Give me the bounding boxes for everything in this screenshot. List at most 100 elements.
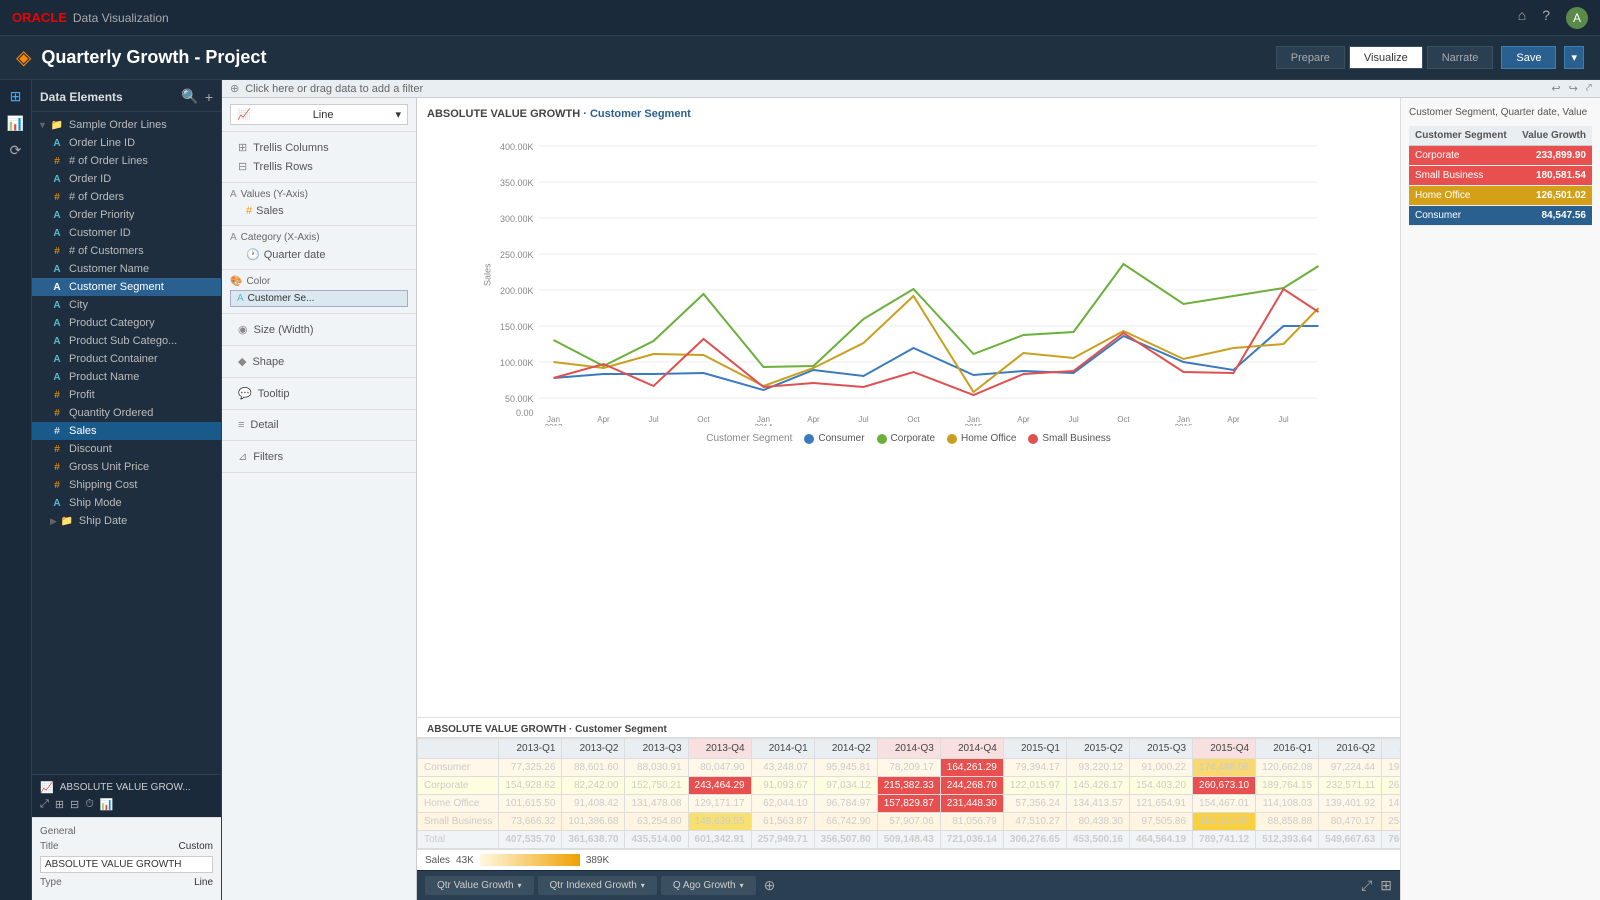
sidebar-item-discount[interactable]: # Discount xyxy=(32,440,221,458)
sidebar-item-orderid[interactable]: A Order ID xyxy=(32,170,221,188)
sidebar-item-productcontainer[interactable]: A Product Container xyxy=(32,350,221,368)
redo-icon[interactable]: ↪ xyxy=(1569,82,1578,95)
sidebar-item-quantityordered[interactable]: # Quantity Ordered xyxy=(32,404,221,422)
col-2015q1: 2015-Q1 xyxy=(1003,739,1066,759)
sidebar-item-profit[interactable]: # Profit xyxy=(32,386,221,404)
sidebar-item-customersegment[interactable]: A Customer Segment xyxy=(32,278,221,296)
rp-cell-consumer-value: 84,547.56 xyxy=(1515,206,1592,226)
filters-item[interactable]: ⊿ Filters xyxy=(230,447,408,466)
cell: 79,394.17 xyxy=(1003,759,1066,777)
save-dropdown[interactable]: ▾ xyxy=(1564,46,1584,69)
rail-connect-icon[interactable]: ⟳ xyxy=(10,142,22,159)
btab-q-ago[interactable]: Q Ago Growth ▾ xyxy=(661,876,756,895)
cell: 91,000.22 xyxy=(1129,759,1192,777)
col-2013q4: 2013-Q4 xyxy=(688,739,751,759)
tab-prepare[interactable]: Prepare xyxy=(1276,46,1345,69)
sidebar-item-productsubcat[interactable]: A Product Sub Catego... xyxy=(32,332,221,350)
home-icon[interactable]: ⌂ xyxy=(1518,7,1526,29)
cell: 82,242.00 xyxy=(562,777,625,795)
btab-qtr-value[interactable]: Qtr Value Growth ▾ xyxy=(425,876,534,895)
project-title: Quarterly Growth - Project xyxy=(41,47,266,68)
col-2013q1: 2013-Q1 xyxy=(499,739,562,759)
chart-type-dropdown[interactable]: 📈 Line ▾ xyxy=(230,104,408,125)
tab-narrate[interactable]: Narrate xyxy=(1427,46,1494,69)
svg-text:Apr: Apr xyxy=(807,415,820,424)
sidebar-item-customerid[interactable]: A Customer ID xyxy=(32,224,221,242)
sidebar-item-orderpriority[interactable]: A Order Priority xyxy=(32,206,221,224)
detail-item[interactable]: ≡ Detail xyxy=(230,416,408,434)
undo-icon[interactable]: ↩ xyxy=(1551,82,1560,95)
viz-tool-3[interactable]: ⊟ xyxy=(70,798,79,811)
sidebar-item-orderlineid[interactable]: A Order Line ID xyxy=(32,134,221,152)
rail-data-icon[interactable]: ⊞ xyxy=(10,88,22,105)
properties-panel: General Title Custom Type Line xyxy=(32,817,221,900)
btab-qtr-indexed[interactable]: Qtr Indexed Growth ▾ xyxy=(538,876,657,895)
title-input[interactable] xyxy=(40,856,213,873)
cell: 191,187.90 xyxy=(1382,759,1400,777)
trellis-rows-item[interactable]: ⊟ Trellis Rows xyxy=(230,157,408,176)
sidebar-folder-shipdate[interactable]: ▶ 📁 Ship Date xyxy=(32,512,221,530)
filter-placeholder[interactable]: Click here or drag data to add a filter xyxy=(245,83,423,95)
size-section: ◉ Size (Width) xyxy=(222,314,416,346)
values-item[interactable]: # Sales xyxy=(230,203,408,219)
cell: 96,784.97 xyxy=(814,795,877,813)
sidebar-item-numcustomers[interactable]: # # of Customers xyxy=(32,242,221,260)
cell: 231,448.30 xyxy=(940,795,1003,813)
chart-subtitle: · Customer Segment xyxy=(583,108,691,120)
tab-visualize[interactable]: Visualize xyxy=(1349,46,1423,69)
rp-cell-consumer-label: Consumer xyxy=(1409,206,1515,226)
sidebar-item-customername[interactable]: A Customer Name xyxy=(32,260,221,278)
viz-tool-2[interactable]: ⊞ xyxy=(55,798,64,811)
cell: 81,056.79 xyxy=(940,813,1003,831)
size-item[interactable]: ◉ Size (Width) xyxy=(230,320,408,339)
category-item[interactable]: 🕐 Quarter date xyxy=(230,246,408,263)
sidebar-item-numorders[interactable]: # # of Orders xyxy=(32,188,221,206)
viz-tool-1[interactable]: ⤢ xyxy=(40,798,49,811)
sidebar-item-productname[interactable]: A Product Name xyxy=(32,368,221,386)
smallbiz-dot xyxy=(1028,434,1038,444)
help-icon[interactable]: ? xyxy=(1542,7,1550,29)
cell: 57,907.06 xyxy=(877,813,940,831)
cell: 101,615.50 xyxy=(499,795,562,813)
bottom-icon-2[interactable]: ⊞ xyxy=(1380,877,1392,894)
shape-item[interactable]: ◆ Shape xyxy=(230,352,408,371)
sidebar-item-shippingcost[interactable]: # Shipping Cost xyxy=(32,476,221,494)
filter-icon: ⊕ xyxy=(230,82,239,95)
main-area: ⊞ 📊 ⟳ Data Elements 🔍 + ▼ 📁 Sample Order… xyxy=(0,80,1600,900)
color-item[interactable]: A Customer Se... xyxy=(230,290,408,307)
type-label: Type xyxy=(40,877,62,888)
svg-text:2014: 2014 xyxy=(755,423,773,426)
sidebar-item-grossunitprice[interactable]: # Gross Unit Price xyxy=(32,458,221,476)
attr-icon: A xyxy=(50,370,64,384)
sidebar-item-numorderlines[interactable]: # # of Order Lines xyxy=(32,152,221,170)
sidebar-item-productcategory[interactable]: A Product Category xyxy=(32,314,221,332)
trellis-columns-item[interactable]: ⊞ Trellis Columns xyxy=(230,138,408,157)
projectbar: ◈ Quarterly Growth - Project Prepare Vis… xyxy=(0,36,1600,80)
tooltip-item[interactable]: 💬 Tooltip xyxy=(230,384,408,403)
cell: 260,673.10 xyxy=(1193,777,1256,795)
viz-config-panel: 📈 Line ▾ ⊞ Trellis Columns ⊟ Trellis Row… xyxy=(222,98,417,900)
rail-chart-icon[interactable]: 📊 xyxy=(7,115,24,132)
general-label-row: General xyxy=(40,826,213,837)
sidebar-folder-sample[interactable]: ▼ 📁 Sample Order Lines xyxy=(32,116,221,134)
svg-text:0.00: 0.00 xyxy=(516,408,534,418)
save-button[interactable]: Save xyxy=(1501,46,1556,69)
viz-tool-5[interactable]: 📊 xyxy=(100,798,114,811)
sidebar-item-sales[interactable]: # Sales xyxy=(32,422,221,440)
table-row-total: Total 407,535.70 361,638.70 435,514.00 6… xyxy=(418,831,1401,849)
table-header-row: 2013-Q1 2013-Q2 2013-Q3 2013-Q4 2014-Q1 … xyxy=(418,739,1401,759)
cell: 356,507.80 xyxy=(814,831,877,849)
add-data-icon[interactable]: + xyxy=(205,89,213,105)
user-avatar[interactable]: A xyxy=(1566,7,1588,29)
right-panel-table: Customer Segment Value Growth Corporate … xyxy=(1409,126,1592,226)
add-tab-button[interactable]: ⊕ xyxy=(760,877,780,894)
viz-tool-4[interactable]: ⏱ xyxy=(85,798,94,811)
bottom-icon-1[interactable]: ⤢ xyxy=(1361,877,1372,894)
svg-text:Oct: Oct xyxy=(1117,415,1130,424)
svg-text:50.00K: 50.00K xyxy=(505,394,534,404)
sidebar-item-city[interactable]: A City xyxy=(32,296,221,314)
share-icon[interactable]: ⤤ xyxy=(1586,82,1592,95)
search-icon[interactable]: 🔍 xyxy=(181,88,198,105)
sidebar-item-shipmode[interactable]: A Ship Mode xyxy=(32,494,221,512)
col-2013q3: 2013-Q3 xyxy=(625,739,688,759)
